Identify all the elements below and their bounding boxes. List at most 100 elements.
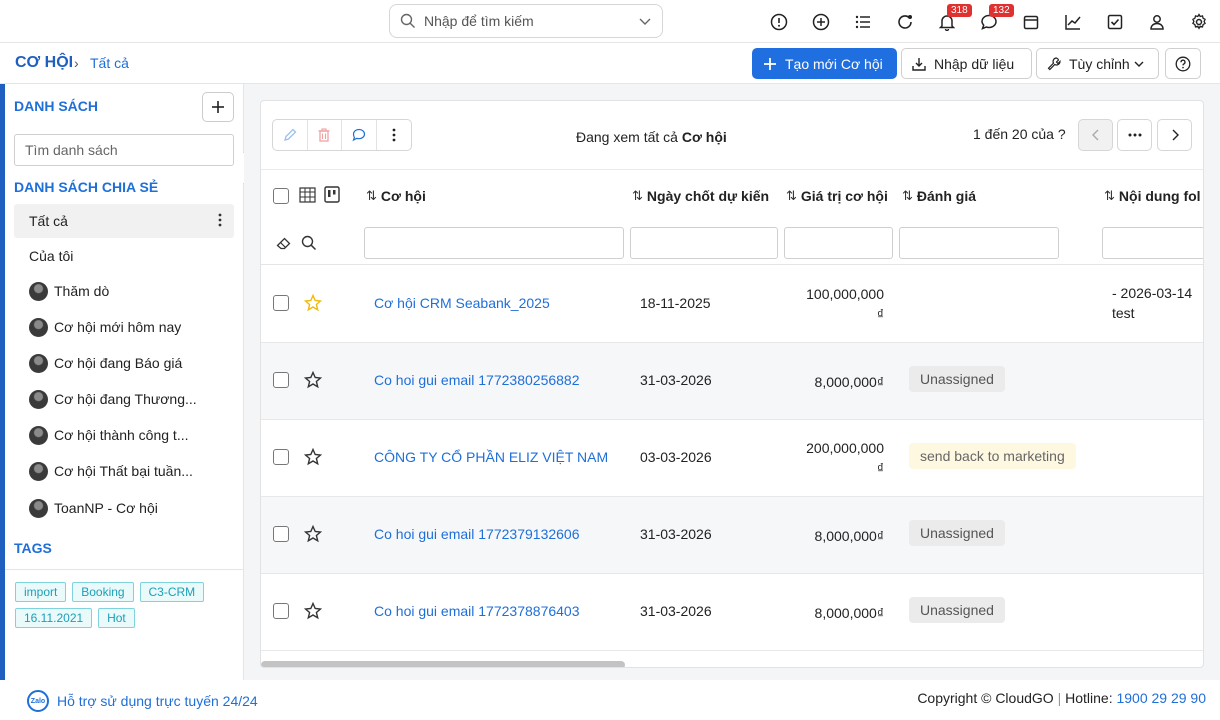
star-filled-icon[interactable] (304, 294, 322, 312)
column-header-name[interactable]: ⇅ Cơ hội (366, 188, 426, 204)
quick-create-button[interactable] (800, 0, 842, 43)
chevron-right-icon: › (74, 55, 79, 71)
avatar (29, 281, 48, 301)
create-opportunity-button[interactable]: Tạo mới Cơ hội (752, 48, 897, 79)
calendar-button[interactable] (1010, 0, 1052, 43)
chevron-down-icon[interactable] (638, 14, 652, 28)
alert-button[interactable] (758, 0, 800, 43)
row-checkbox[interactable] (273, 449, 289, 465)
row-checkbox[interactable] (273, 603, 289, 619)
select-all-checkbox[interactable] (273, 188, 289, 204)
alert-icon (770, 13, 788, 30)
opportunity-name-link[interactable]: Co hoi gui email 1772380256882 (374, 372, 580, 388)
sidebar-item-shared[interactable]: Cơ hội đang Thương... (14, 382, 234, 416)
column-header-amount[interactable]: ⇅ Giá trị cơ hội (786, 188, 888, 204)
row-checkbox[interactable] (273, 295, 289, 311)
opportunity-name-link[interactable]: CÔNG TY CỔ PHẦN ELIZ VIỆT NAM (374, 449, 608, 465)
add-circle-icon (812, 13, 830, 30)
row-checkbox[interactable] (273, 372, 289, 388)
customize-button[interactable]: Tùy chỉnh (1036, 48, 1159, 79)
add-list-button[interactable] (202, 92, 234, 122)
opportunity-name-link[interactable]: Cơ hội CRM Seabank_2025 (374, 295, 550, 311)
kanban-view-icon[interactable] (324, 186, 340, 203)
table-header: ⇅ Cơ hội ⇅ Ngày chốt dự kiến ⇅ Giá trị cơ h… (261, 169, 1203, 221)
chart-icon (1065, 14, 1081, 30)
chat-button[interactable]: 132 (968, 0, 1014, 43)
filter-close-date-input[interactable] (630, 227, 778, 259)
help-button[interactable] (1165, 48, 1201, 79)
reports-button[interactable] (1052, 0, 1094, 43)
table-view-icon[interactable] (299, 187, 316, 203)
zalo-icon[interactable]: Zalo (27, 690, 49, 712)
sidebar-item-all[interactable]: Tất cả (14, 204, 234, 238)
search-icon[interactable] (301, 235, 317, 251)
module-title[interactable]: CƠ HỘI (15, 54, 73, 72)
sidebar-item-shared[interactable]: ToanNP - Cơ hội (14, 491, 234, 525)
tag[interactable]: Hot (98, 608, 135, 628)
import-data-button[interactable]: Nhập dữ liệu (901, 48, 1032, 79)
refresh-button[interactable] (884, 0, 926, 43)
column-header-close-date[interactable]: ⇅ Ngày chốt dự kiến (632, 188, 769, 204)
sidebar-item-label: Thăm dò (54, 283, 110, 299)
opportunity-name-link[interactable]: Co hoi gui email 1772378876403 (374, 603, 580, 619)
list-button[interactable] (842, 0, 884, 43)
profile-button[interactable] (1136, 0, 1178, 43)
tasks-button[interactable] (1094, 0, 1136, 43)
list-search-input[interactable] (14, 134, 234, 166)
tag[interactable]: Booking (72, 582, 134, 602)
table-row[interactable]: Cơ hội CRM Seabank_2025 18-11-2025 100,0… (261, 266, 1203, 343)
search-input[interactable] (424, 13, 638, 29)
tag[interactable]: 16.11.2021 (15, 608, 93, 628)
kebab-menu-icon[interactable] (218, 213, 222, 230)
rating-badge: Unassigned (909, 597, 1005, 623)
column-header-followup[interactable]: ⇅ Nội dung fol (1104, 188, 1201, 204)
import-data-label: Nhập dữ liệu (934, 55, 1015, 72)
prev-page-button[interactable] (1078, 119, 1113, 151)
top-icons: 318 132 (758, 0, 1220, 43)
filter-amount-input[interactable] (784, 227, 893, 259)
next-page-button[interactable] (1157, 119, 1192, 151)
rating-badge: send back to marketing (909, 443, 1076, 469)
chevron-right-icon (1172, 129, 1179, 141)
comment-button[interactable] (342, 120, 377, 150)
breadcrumb-current[interactable]: Tất cả (90, 55, 129, 71)
eraser-icon[interactable] (276, 235, 293, 251)
row-checkbox[interactable] (273, 526, 289, 542)
sidebar-item-shared[interactable]: Cơ hội đang Báo giá (14, 346, 234, 380)
sidebar-item-shared[interactable]: Cơ hội thành công t... (14, 418, 234, 452)
star-icon[interactable] (304, 525, 322, 543)
download-icon (912, 57, 926, 71)
edit-button[interactable] (273, 120, 308, 150)
filter-row (261, 221, 1203, 265)
filter-rating-input[interactable] (899, 227, 1059, 259)
table-row[interactable]: Co hoi gui email 1772378876403 31-03-202… (261, 574, 1203, 651)
bulk-action-toolbar (272, 119, 412, 151)
tag[interactable]: C3-CRM (139, 582, 205, 602)
page-options-button[interactable] (1117, 119, 1152, 151)
hotline-label: Hotline: (1065, 690, 1113, 706)
sidebar-item-shared[interactable]: Thăm dò (14, 274, 234, 308)
sidebar-item-shared[interactable]: Cơ hội mới hôm nay (14, 310, 234, 344)
support-link[interactable]: Hỗ trợ sử dụng trực tuyến 24/24 (57, 693, 258, 709)
star-icon[interactable] (304, 448, 322, 466)
table-row[interactable]: Co hoi gui email 1772379132606 31-03-202… (261, 497, 1203, 574)
star-icon[interactable] (304, 602, 322, 620)
more-actions-button[interactable] (377, 120, 411, 150)
table-row[interactable]: Co hoi gui email 1772380256882 31-03-202… (261, 343, 1203, 420)
horizontal-scrollbar[interactable] (261, 661, 625, 667)
filter-followup-input[interactable] (1102, 227, 1203, 259)
tag[interactable]: import (15, 582, 67, 602)
star-icon[interactable] (304, 371, 322, 389)
global-search[interactable] (389, 4, 663, 38)
opportunity-name-link[interactable]: Co hoi gui email 1772379132606 (374, 526, 580, 542)
hotline-number[interactable]: 1900 29 29 90 (1116, 690, 1206, 706)
sidebar-item-shared[interactable]: Cơ hội Thất bại tuần... (14, 454, 234, 488)
column-header-rating[interactable]: ⇅ Đánh giá (902, 188, 976, 204)
filter-name-input[interactable] (364, 227, 624, 259)
sidebar: DANH SÁCH DANH SÁCH CHIA SẺ Tất cả Của t… (5, 84, 244, 680)
sidebar-item-mine[interactable]: Của tôi (14, 239, 234, 273)
delete-button[interactable] (308, 120, 342, 150)
table-row[interactable]: CÔNG TY CỔ PHẦN ELIZ VIỆT NAM 03-03-2026… (261, 420, 1203, 497)
settings-button[interactable] (1178, 0, 1220, 43)
notifications-button[interactable]: 318 (926, 0, 972, 43)
